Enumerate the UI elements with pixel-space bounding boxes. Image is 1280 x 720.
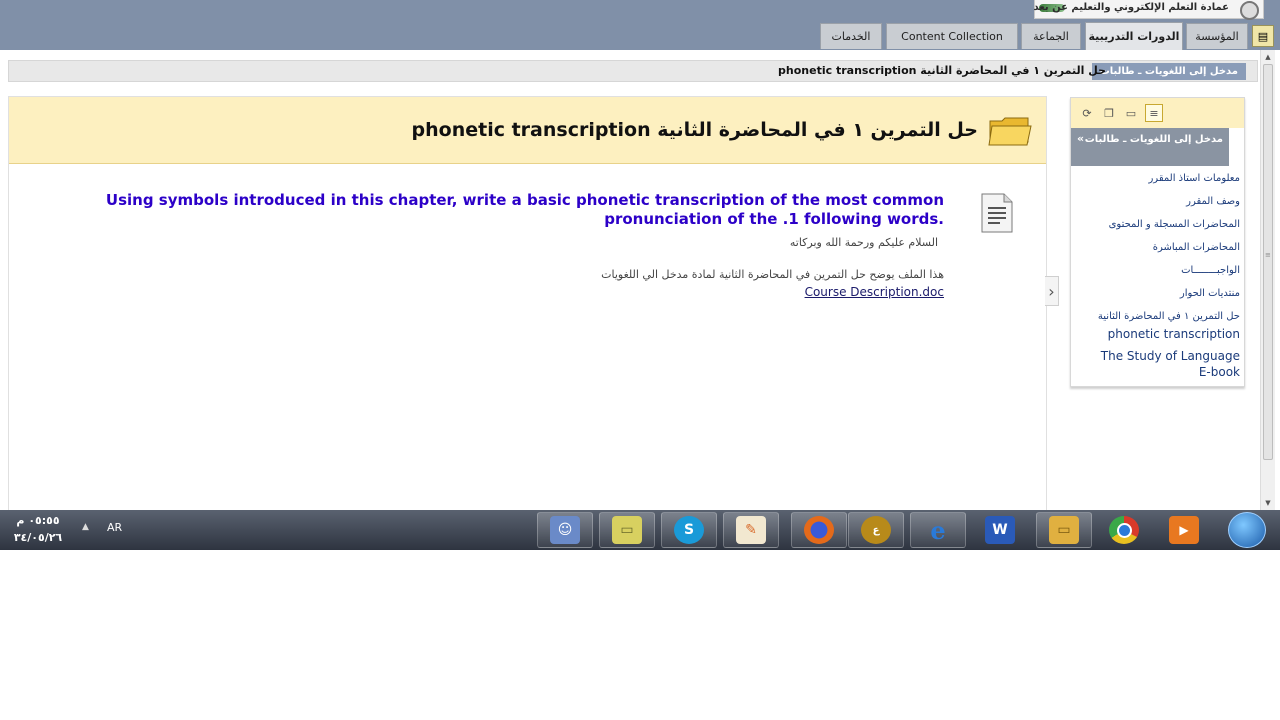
start-button[interactable] (1228, 512, 1266, 548)
content-area: حل التمرين ١ في المحاضرة الثانية phoneti… (8, 96, 1047, 550)
taskbar-messenger[interactable]: ☺ (537, 512, 593, 548)
scroll-thumb[interactable]: ≡ (1263, 64, 1273, 460)
breadcrumb-course[interactable]: مدخل إلى اللغويات ـ طالبات (1091, 63, 1246, 80)
document-icon (981, 193, 1013, 233)
tab-services[interactable]: الخدمات (820, 23, 882, 49)
tab-content-collection[interactable]: Content Collection (886, 23, 1018, 49)
taskbar-skype[interactable]: S (661, 512, 717, 548)
item-greeting: السلام عليكم ورحمة الله وبركاته (789, 236, 938, 249)
media-player-icon: ▶ (1169, 516, 1199, 544)
taskbar-firefox[interactable] (791, 512, 847, 548)
vertical-scrollbar[interactable]: ▲ ≡ ▼ (1260, 50, 1275, 510)
toggle-navigation-icon[interactable]: ▤ (1252, 25, 1274, 47)
clock-date: ٣٤/٠٥/٢٦ (13, 531, 63, 544)
taskbar-explorer[interactable]: ▭ (1036, 512, 1092, 548)
paint-icon: ✎ (736, 516, 766, 544)
language-indicator[interactable]: AR (107, 521, 122, 534)
content-header: حل التمرين ١ في المحاضرة الثانية phoneti… (9, 97, 1046, 164)
taskbar-sticky-notes[interactable]: ▭ (599, 512, 655, 548)
item-description: هذا الملف يوضح حل التمرين في المحاضرة ال… (601, 268, 944, 281)
refresh-icon[interactable]: ⟳ (1078, 104, 1096, 122)
taskbar-chrome[interactable] (1096, 512, 1152, 548)
attachment-link[interactable]: Course Description.doc (805, 285, 944, 299)
page-title: حل التمرين ١ في المحاضرة الثانية phoneti… (411, 119, 978, 141)
taskbar-paint[interactable]: ✎ (723, 512, 779, 548)
folder-icon (988, 117, 1032, 146)
scroll-down-arrow-icon[interactable]: ▼ (1261, 496, 1275, 510)
taskbar-alwaraq[interactable]: ع (848, 512, 904, 548)
breadcrumb: مدخل إلى اللغويات ـ طالبات حل التمرين ١ … (0, 50, 1262, 96)
menu-item-exercise-solution-line2[interactable]: phonetic transcription (1108, 326, 1240, 342)
sticky-notes-icon: ▭ (612, 516, 642, 544)
menu-item-assignments[interactable]: الواجبــــــــات (1181, 263, 1240, 279)
taskbar-internet-explorer[interactable]: e (910, 512, 966, 548)
menu-item-course-description[interactable]: وصف المقرر (1186, 194, 1240, 210)
scroll-grip-icon: ≡ (1265, 251, 1271, 259)
collapse-menu-button[interactable]: › (1045, 276, 1059, 306)
clock-time: ٠٥:٥٥ م (16, 514, 60, 527)
menu-item-recorded-lectures[interactable]: المحاضرات المسجلة و المحتوى (1109, 217, 1240, 233)
explorer-icon: ▭ (1049, 516, 1079, 544)
course-menu-title[interactable]: مدخل إلى اللغويات ـ طالبات » (1071, 128, 1229, 166)
messenger-icon: ☺ (550, 516, 580, 544)
scroll-up-arrow-icon[interactable]: ▲ (1261, 50, 1275, 64)
window-icon[interactable]: ❐ (1100, 104, 1118, 122)
firefox-icon (804, 516, 834, 544)
skype-icon: S (674, 516, 704, 544)
collapse-arrows-icon[interactable]: » (1077, 131, 1084, 146)
list-view-icon[interactable]: ≡ (1145, 104, 1163, 122)
tab-community[interactable]: الجماعة (1021, 23, 1081, 49)
institution-logo[interactable]: عمادة التعلم الإلكتروني والتعليم عن بعد (1033, 0, 1264, 20)
taskbar-word[interactable]: W (972, 512, 1028, 548)
tab-courses[interactable]: الدورات التدريبية (1085, 22, 1183, 50)
word-icon: W (985, 516, 1015, 544)
item-title: Using symbols introduced in this chapter… (105, 191, 944, 228)
taskbar-media-player[interactable]: ▶ (1156, 512, 1212, 548)
seal-icon (1240, 1, 1259, 20)
top-header: عمادة التعلم الإلكتروني والتعليم عن بعد … (0, 0, 1280, 50)
course-menu: ⟳ ❐ ▭ ≡ مدخل إلى اللغويات ـ طالبات » معل… (1070, 97, 1245, 387)
content-item: Using symbols introduced in this chapter… (9, 163, 1046, 543)
taskbar: ٠٥:٥٥ م ٣٤/٠٥/٢٦ ▲ AR ☺ ▭ S ✎ ع e W ▭ ▶ (0, 510, 1280, 550)
menu-item-discussion-forums[interactable]: منتديات الحوار (1180, 286, 1240, 302)
course-menu-toolbar: ⟳ ❐ ▭ ≡ (1071, 98, 1244, 128)
menu-item-live-lectures[interactable]: المحاضرات المباشرة (1153, 240, 1240, 256)
logo-text: عمادة التعلم الإلكتروني والتعليم عن بعد (1033, 2, 1229, 13)
chrome-center-icon (1116, 522, 1132, 538)
menu-item-instructor-info[interactable]: معلومات استاذ المقرر (1148, 171, 1240, 187)
internet-explorer-icon: e (930, 515, 946, 545)
system-clock[interactable]: ٠٥:٥٥ م ٣٤/٠٥/٢٦ (6, 512, 70, 548)
show-hidden-icons-icon[interactable]: ▲ (82, 522, 89, 532)
alwaraq-icon: ع (861, 516, 891, 544)
menu-item-exercise-solution[interactable]: حل التمرين ١ في المحاضرة الثانية (1098, 309, 1240, 325)
tab-institution[interactable]: المؤسسة (1186, 23, 1248, 49)
folder-view-icon[interactable]: ▭ (1122, 104, 1140, 122)
breadcrumb-current: حل التمرين ١ في المحاضرة الثانية phoneti… (778, 64, 1106, 77)
chrome-icon (1109, 516, 1139, 544)
menu-item-study-of-language[interactable]: The Study of Language (1101, 348, 1240, 364)
menu-item-ebook[interactable]: E-book (1199, 364, 1240, 380)
screen: عمادة التعلم الإلكتروني والتعليم عن بعد … (0, 0, 1280, 550)
course-menu-title-text: مدخل إلى اللغويات ـ طالبات (1084, 134, 1223, 145)
